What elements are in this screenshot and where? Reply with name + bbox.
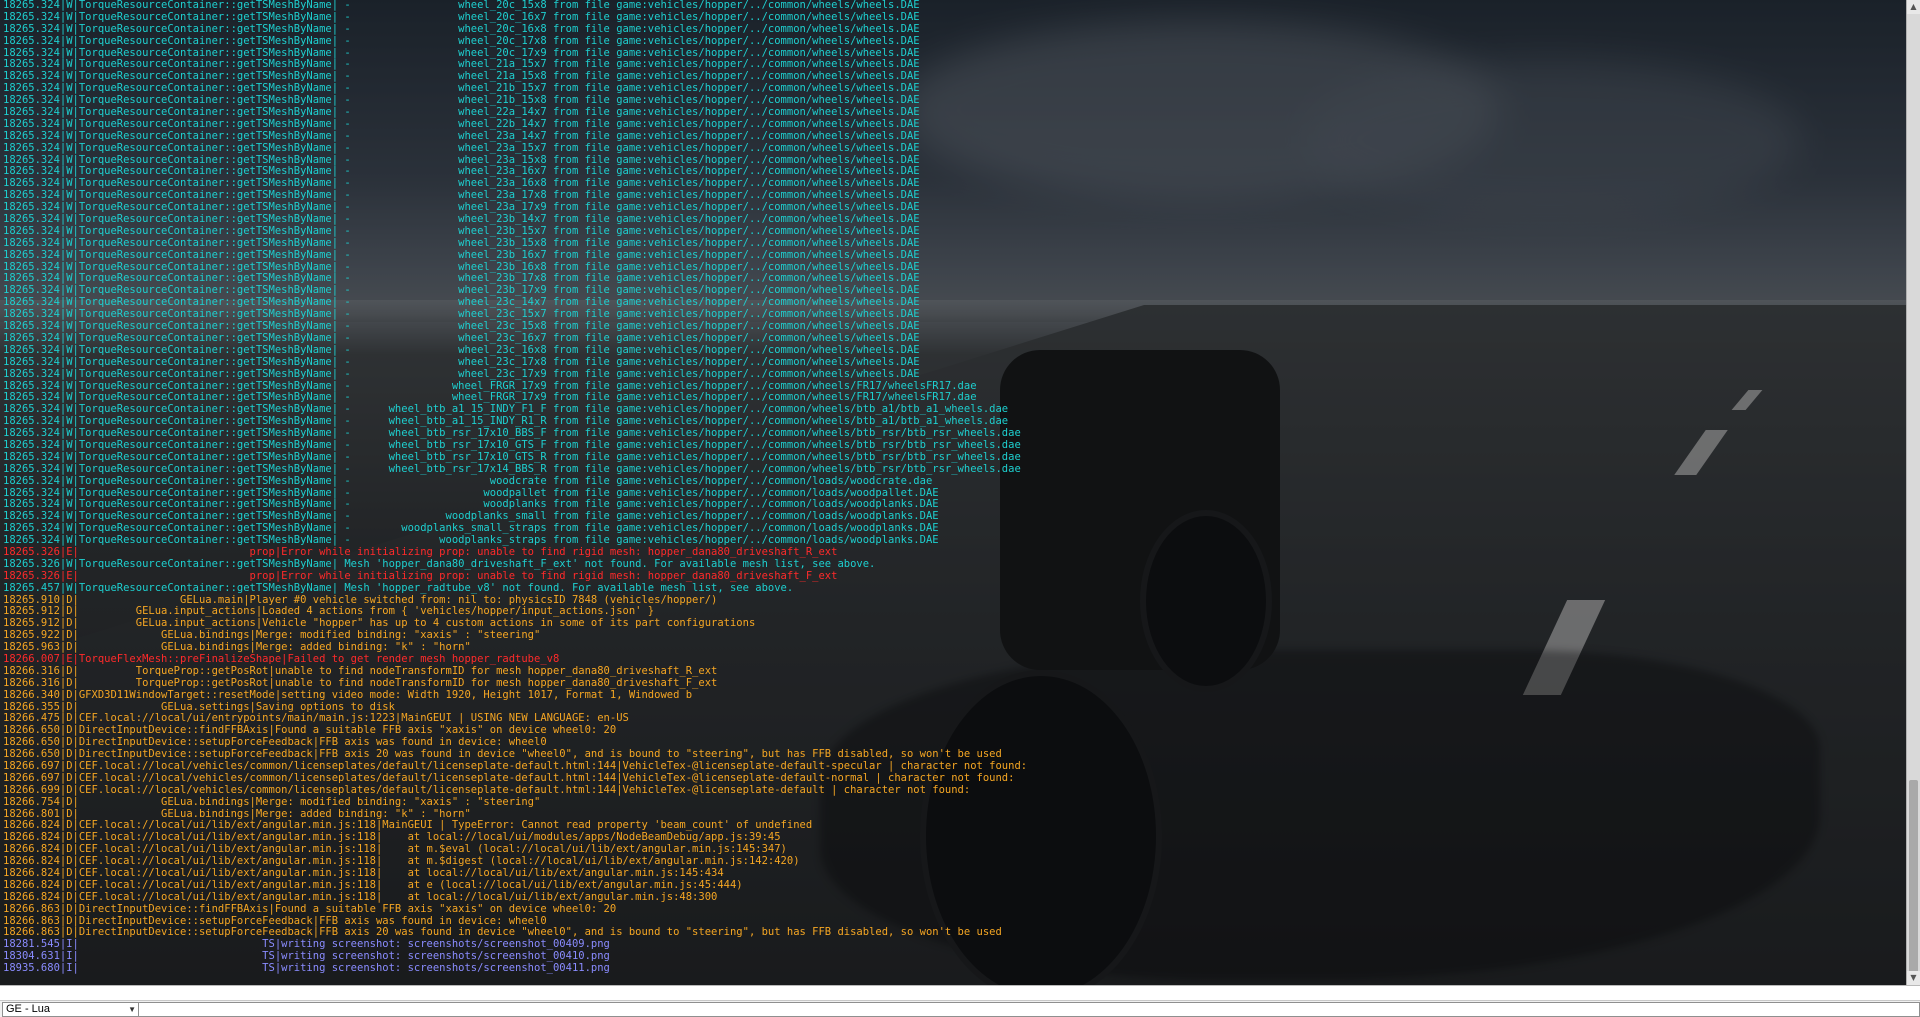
chevron-down-icon: ▼ xyxy=(128,1005,136,1014)
scroll-up-arrow-icon[interactable]: ▲ xyxy=(1907,0,1920,14)
log-line: 18265.324|W|TorqueResourceContainer::get… xyxy=(3,462,1021,475)
context-selector-value: GE - Lua xyxy=(6,1003,51,1015)
log-line: 18265.324|W|TorqueResourceContainer::get… xyxy=(3,355,920,368)
log-line: 18265.324|W|TorqueResourceContainer::get… xyxy=(3,10,920,23)
console-log[interactable]: 18265.324|W|TorqueResourceContainer::get… xyxy=(0,0,1906,985)
log-line: 18266.316|D| TorqueProp::getPosRot|unabl… xyxy=(3,664,718,677)
log-line: 18266.699|D|CEF.local://local/vehicles/c… xyxy=(3,783,971,796)
log-line: 18265.326|W|TorqueResourceContainer::get… xyxy=(3,557,876,570)
log-line: 18265.324|W|TorqueResourceContainer::get… xyxy=(3,236,920,249)
scroll-down-arrow-icon[interactable]: ▼ xyxy=(1907,971,1920,985)
log-line: 18265.324|W|TorqueResourceContainer::get… xyxy=(3,141,920,154)
scroll-thumb[interactable] xyxy=(1909,780,1918,975)
log-line: 18265.324|W|TorqueResourceContainer::get… xyxy=(3,248,920,261)
log-line: 18265.324|W|TorqueResourceContainer::get… xyxy=(3,367,920,380)
log-line: 18265.326|E| prop|Error while initializi… xyxy=(3,569,838,582)
log-line: 18266.754|D| GELua.bindings|Merge: modif… xyxy=(3,795,541,808)
log-line: 18265.324|W|TorqueResourceContainer::get… xyxy=(3,117,920,130)
log-line: 18265.457|W|TorqueResourceContainer::get… xyxy=(3,581,794,594)
log-line: 18266.824|D|CEF.local://local/ui/lib/ext… xyxy=(3,878,743,891)
log-line: 18935.680|I| TS|writing screenshot: scre… xyxy=(3,962,610,975)
console-status-strip xyxy=(0,986,1920,1001)
log-line: 18265.324|W|TorqueResourceContainer::get… xyxy=(3,343,920,356)
log-line: 18266.697|D|CEF.local://local/vehicles/c… xyxy=(3,771,1015,784)
command-input[interactable] xyxy=(139,1002,1920,1017)
context-selector[interactable]: GE - Lua ▼ xyxy=(2,1002,139,1017)
log-line: 18266.316|D| TorqueProp::getPosRot|unabl… xyxy=(3,676,718,689)
log-line: 18266.340|D|GFXD3D11WindowTarget::resetM… xyxy=(3,688,693,701)
log-line: 18265.324|W|TorqueResourceContainer::get… xyxy=(3,34,920,47)
console-input-bar: GE - Lua ▼ xyxy=(0,985,1920,1017)
log-line: 18265.324|W|TorqueResourceContainer::get… xyxy=(3,474,933,487)
log-line: 18265.324|W|TorqueResourceContainer::get… xyxy=(3,129,920,142)
log-line: 18266.863|D|DirectInputDevice::findFFBAx… xyxy=(3,902,617,915)
log-line: 18266.824|D|CEF.local://local/ui/lib/ext… xyxy=(3,890,718,903)
log-line: 18265.324|W|TorqueResourceContainer::get… xyxy=(3,22,920,35)
console-scrollbar[interactable]: ▲ ▼ xyxy=(1906,0,1920,985)
log-line: 18265.324|W|TorqueResourceContainer::get… xyxy=(3,450,1021,463)
